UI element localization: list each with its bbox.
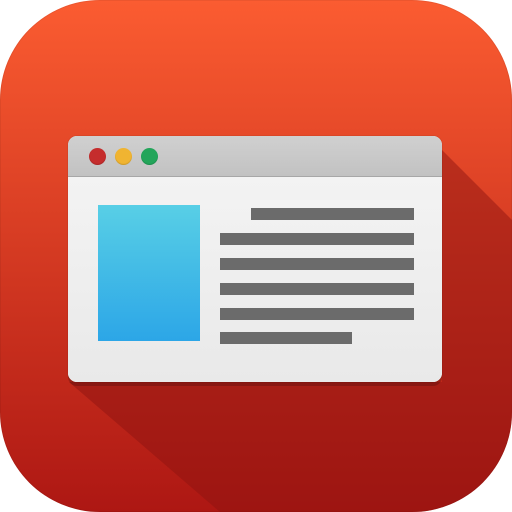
text-line-placeholder-4: [220, 283, 414, 295]
window-content-area: [68, 177, 442, 382]
browser-window-illustration: [68, 136, 442, 382]
text-line-placeholder-5: [220, 308, 414, 320]
app-icon[interactable]: [0, 0, 512, 512]
minimize-dot-icon: [115, 148, 132, 165]
text-line-placeholder-1: [251, 208, 414, 220]
maximize-dot-icon: [141, 148, 158, 165]
text-line-placeholder-3: [220, 258, 414, 270]
text-line-placeholder-6: [220, 332, 352, 344]
icon-stage: [0, 0, 512, 512]
image-placeholder-icon: [98, 205, 200, 341]
text-line-placeholder-2: [220, 233, 414, 245]
close-dot-icon: [89, 148, 106, 165]
window-title-bar: [68, 136, 442, 177]
